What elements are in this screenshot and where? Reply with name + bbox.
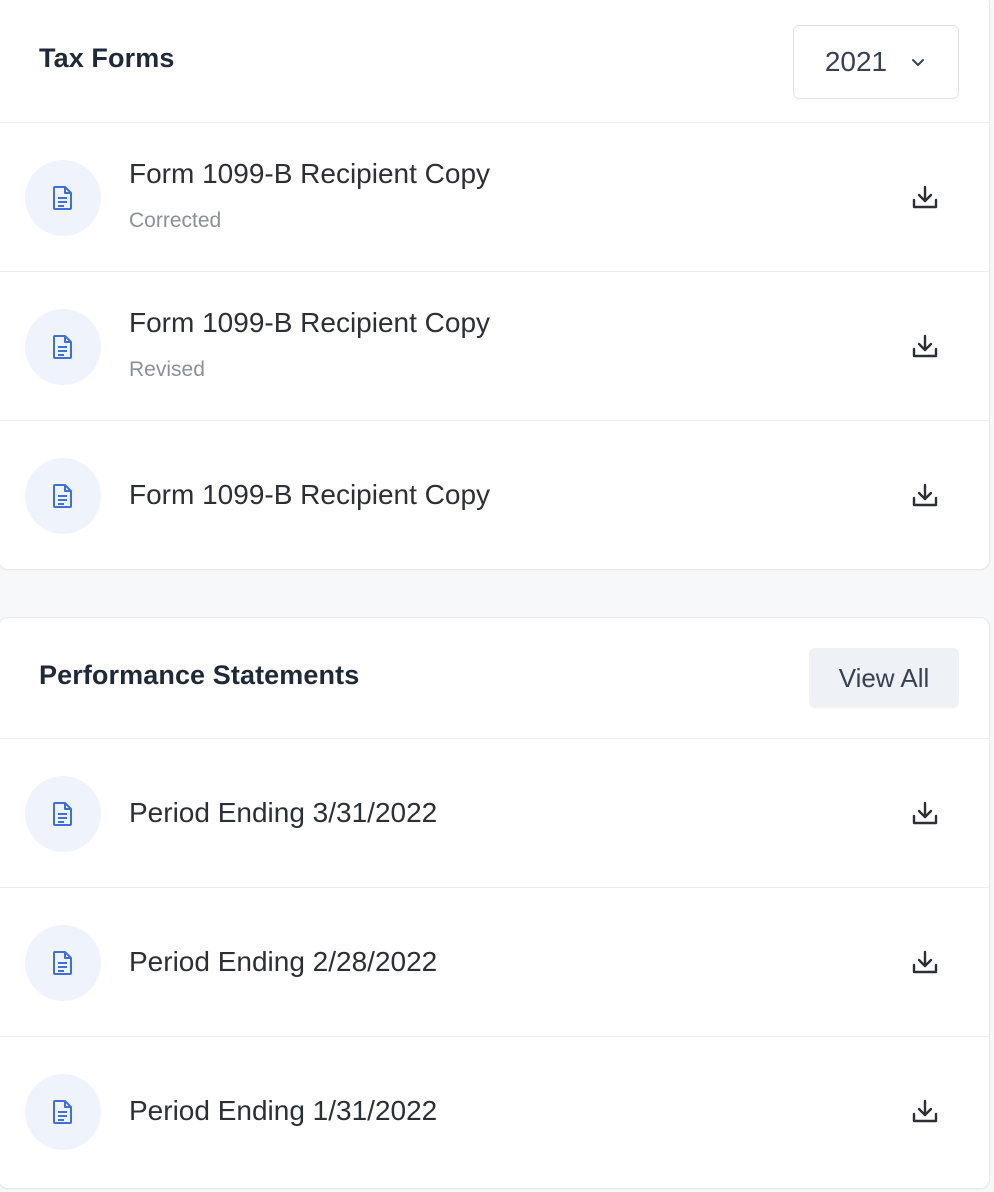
list-item-title: Period Ending 3/31/2022 xyxy=(129,797,438,828)
download-icon[interactable] xyxy=(905,1092,945,1132)
tax-forms-header: Tax Forms 2021 xyxy=(0,0,989,123)
download-icon[interactable] xyxy=(905,178,945,218)
document-icon xyxy=(25,458,101,534)
tax-forms-card: Tax Forms 2021 Form 1099-B Recipient Cop… xyxy=(0,0,990,570)
document-icon xyxy=(25,925,101,1001)
tax-forms-title: Tax Forms xyxy=(39,43,175,73)
year-select-value: 2021 xyxy=(824,46,888,77)
year-select[interactable]: 2021 xyxy=(793,25,959,99)
document-icon xyxy=(25,776,101,852)
document-icon xyxy=(25,160,101,236)
list-item[interactable]: Form 1099-B Recipient Copy Corrected xyxy=(0,123,989,272)
download-icon[interactable] xyxy=(905,794,945,834)
view-all-button[interactable]: View All xyxy=(809,648,959,708)
list-item-title: Period Ending 1/31/2022 xyxy=(129,1095,438,1126)
performance-statements-header: Performance Statements View All xyxy=(0,618,989,739)
document-icon xyxy=(25,309,101,385)
performance-statements-title: Performance Statements xyxy=(39,660,360,690)
list-item[interactable]: Period Ending 2/28/2022 xyxy=(0,888,989,1037)
list-item[interactable]: Period Ending 3/31/2022 xyxy=(0,739,989,888)
list-item-title: Form 1099-B Recipient Copy xyxy=(129,158,491,189)
download-icon[interactable] xyxy=(905,943,945,983)
list-item-title: Form 1099-B Recipient Copy xyxy=(129,307,491,338)
list-item-subtitle: Corrected xyxy=(129,209,222,232)
chevron-down-icon xyxy=(912,59,925,66)
performance-statements-card: Performance Statements View All Period E… xyxy=(0,617,990,1189)
list-item[interactable]: Form 1099-B Recipient Copy Revised xyxy=(0,272,989,421)
download-icon[interactable] xyxy=(905,476,945,516)
document-icon xyxy=(25,1074,101,1150)
list-item[interactable]: Period Ending 1/31/2022 xyxy=(0,1037,989,1186)
list-item[interactable]: Form 1099-B Recipient Copy xyxy=(0,421,989,569)
list-item-title: Form 1099-B Recipient Copy xyxy=(129,479,491,510)
list-item-subtitle: Revised xyxy=(129,358,205,381)
download-icon[interactable] xyxy=(905,327,945,367)
list-item-title: Period Ending 2/28/2022 xyxy=(129,946,438,977)
